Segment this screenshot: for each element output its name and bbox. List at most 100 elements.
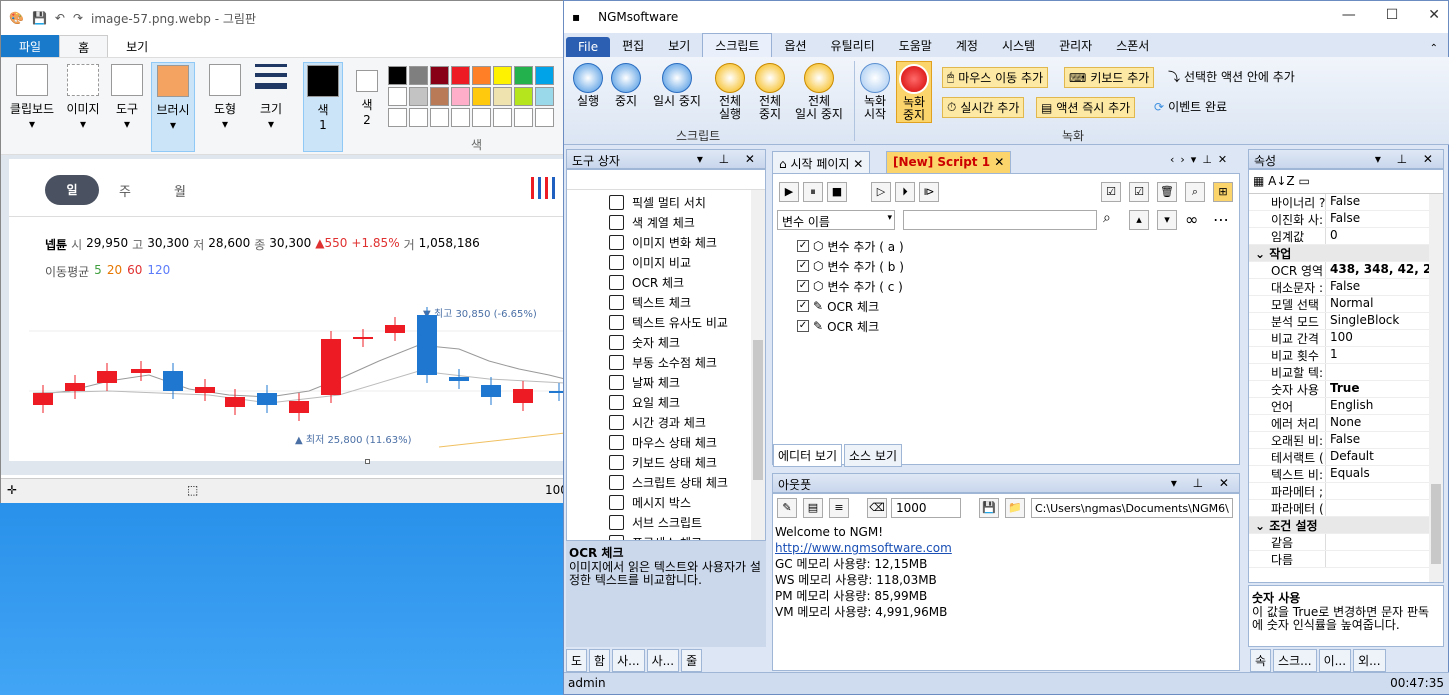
palette-swatch[interactable] — [430, 66, 449, 85]
property-row[interactable]: 비교 간격 100 — [1249, 330, 1443, 347]
palette-swatch[interactable] — [451, 66, 470, 85]
tab-script1[interactable]: [New] Script 1 ✕ — [886, 151, 1012, 173]
property-row[interactable]: 테서랙트 (Default — [1249, 449, 1443, 466]
tab-source-view[interactable]: 소스 보기 — [844, 444, 902, 467]
tab-user1[interactable]: 사... — [612, 649, 645, 672]
minimize-icon[interactable]: — — [1342, 7, 1356, 23]
stop-icon[interactable]: ■ — [827, 182, 847, 202]
tab-external[interactable]: 외... — [1353, 649, 1386, 672]
toolbox-item[interactable]: 스크립트 상태 체크 — [567, 472, 765, 492]
pause-all-button[interactable]: 전체 일시 중지 — [790, 63, 848, 121]
brush-button[interactable]: 브러시 ▾ — [151, 62, 195, 152]
palette-swatch[interactable] — [514, 87, 533, 106]
script-row[interactable]: ✓ ✎ OCR 체크 — [773, 296, 1233, 316]
toolbox-item[interactable]: 서브 스크립트 — [567, 512, 765, 532]
add-realtime-button[interactable]: ⏱ 실시간 추가 — [942, 97, 1025, 118]
row-checkbox[interactable]: ✓ — [797, 320, 809, 332]
palette-swatch[interactable] — [409, 87, 428, 106]
script-row[interactable]: ✓ ⬡ 변수 추가 ( c ) — [773, 276, 1233, 296]
menu-options[interactable]: 옵션 — [772, 34, 818, 57]
row-checkbox[interactable]: ✓ — [797, 240, 809, 252]
property-row[interactable]: 언어 English — [1249, 398, 1443, 415]
toolbox-item[interactable]: 마우스 상태 체크 — [567, 432, 765, 452]
toolbox-item[interactable]: 픽셀 멀티 서치 — [567, 192, 765, 212]
toolbox-item[interactable]: OCR 체크 — [567, 272, 765, 292]
custom-swatch[interactable] — [472, 108, 491, 127]
property-row[interactable]: 에러 처리 None — [1249, 415, 1443, 432]
property-row[interactable]: 분석 모드 SingleBlock — [1249, 313, 1443, 330]
log-path-input[interactable]: C:\Users\ngmas\Documents\NGM6\ — [1031, 498, 1233, 518]
panel-controls-icon[interactable]: ▾ ⊥ ✕ — [697, 152, 761, 166]
move-up-icon[interactable]: ▴ — [1129, 210, 1149, 230]
toolbox-item[interactable]: 프로세스 체크 — [567, 532, 765, 540]
custom-swatch[interactable] — [535, 108, 554, 127]
custom-swatch[interactable] — [430, 108, 449, 127]
property-category[interactable]: ⌄ 작업 — [1249, 245, 1443, 262]
menu-script[interactable]: 스크립트 — [702, 33, 773, 57]
stop-button[interactable]: 중지 — [608, 63, 644, 108]
palette-swatch[interactable] — [493, 87, 512, 106]
palette-swatch[interactable] — [514, 66, 533, 85]
property-row[interactable]: 모델 선택 Normal — [1249, 296, 1443, 313]
tab-file[interactable]: 파일 — [1, 35, 60, 57]
menu-edit[interactable]: 편집 — [610, 34, 656, 57]
close-tab-icon[interactable]: ✕ — [994, 155, 1004, 169]
palette-swatch[interactable] — [430, 87, 449, 106]
custom-swatch[interactable] — [514, 108, 533, 127]
property-category[interactable]: ⌄ 조건 설정 — [1249, 517, 1443, 534]
delete-icon[interactable]: 🗑 — [1157, 182, 1177, 202]
clipboard-button[interactable]: 클립보드 ▾ — [5, 62, 59, 152]
undo-icon[interactable]: ↶ — [55, 11, 65, 25]
tab-home[interactable]: 홈 — [59, 35, 109, 57]
maximize-icon[interactable]: ☐ — [1386, 7, 1399, 23]
redo-icon[interactable]: ↷ — [73, 11, 83, 25]
custom-swatch[interactable] — [493, 108, 512, 127]
property-row[interactable]: 이진화 사: False — [1249, 211, 1443, 228]
toolbox-item[interactable]: 숫자 체크 — [567, 332, 765, 352]
menu-sponsor[interactable]: 스폰서 — [1104, 34, 1161, 57]
line-count-input[interactable]: 1000 — [891, 498, 961, 518]
run-all-button[interactable]: 전체 실행 — [712, 63, 748, 121]
clear-icon[interactable]: ✎ — [777, 498, 797, 518]
toolbox-item[interactable]: 이미지 변화 체크 — [567, 232, 765, 252]
toolbox-item[interactable]: 이미지 비교 — [567, 252, 765, 272]
palette-swatch[interactable] — [388, 87, 407, 106]
color1-button[interactable]: 색 1 — [303, 62, 343, 152]
sort-az-icon[interactable]: A↓Z — [1268, 174, 1294, 188]
script-row[interactable]: ✓ ⬡ 변수 추가 ( b ) — [773, 256, 1233, 276]
property-pages-icon[interactable]: ▭ — [1298, 174, 1309, 188]
toolbox-item[interactable]: 날짜 체크 — [567, 372, 765, 392]
add-inside-selected-button[interactable]: ⤵ 선택한 액션 안에 추가 — [1164, 67, 1299, 86]
properties-scrollbar[interactable] — [1429, 194, 1443, 582]
loop-icon[interactable]: ∞ — [1185, 210, 1198, 229]
tab-properties[interactable]: 속 — [1250, 649, 1272, 672]
website-link[interactable]: http://www.ngmsoftware.com — [775, 540, 952, 556]
toolbox-item[interactable]: 요일 체크 — [567, 392, 765, 412]
check-icon[interactable]: ☑ — [1129, 182, 1149, 202]
run-button[interactable]: 실행 — [570, 63, 606, 108]
menu-help[interactable]: 도움말 — [887, 34, 944, 57]
move-down-icon[interactable]: ▾ — [1157, 210, 1177, 230]
image-button[interactable]: 이미지 ▾ — [63, 62, 103, 152]
menu-utility[interactable]: 유틸리티 — [819, 34, 887, 57]
tools-button[interactable]: 도구 ▾ — [107, 62, 147, 152]
record-start-button[interactable]: 녹화 시작 — [858, 63, 892, 121]
script-row[interactable]: ✓ ✎ OCR 체크 — [773, 316, 1233, 336]
tab-functions[interactable]: 함 — [589, 649, 611, 672]
close-tab-icon[interactable]: ✕ — [853, 157, 863, 171]
check-all-icon[interactable]: ☑ — [1101, 182, 1121, 202]
tab-view[interactable]: 보기 — [108, 35, 166, 57]
add-mouse-move-button[interactable]: 🖱 마우스 이동 추가 — [942, 67, 1049, 88]
toolbox-item[interactable]: 텍스트 유사도 비교 — [567, 312, 765, 332]
row-checkbox[interactable]: ✓ — [797, 300, 809, 312]
size-button[interactable]: 크기 ▾ — [251, 62, 291, 152]
menu-admin[interactable]: 관리자 — [1047, 34, 1104, 57]
paint-canvas[interactable]: 일 주 월 넵튠 시 29,950 고 30,300 저 28,600 종 30,300… — [9, 159, 565, 464]
toolbox-item[interactable]: 부동 소수점 체크 — [567, 352, 765, 372]
find-icon[interactable]: ⌕ — [1185, 182, 1205, 202]
variable-select[interactable]: 변수 이름 ▾ — [777, 210, 895, 230]
property-row[interactable]: 비교 횟수 1 — [1249, 347, 1443, 364]
step-icon[interactable]: ▷ — [871, 182, 891, 202]
palette-swatch[interactable] — [451, 87, 470, 106]
property-row[interactable]: 텍스트 비: Equals — [1249, 466, 1443, 483]
